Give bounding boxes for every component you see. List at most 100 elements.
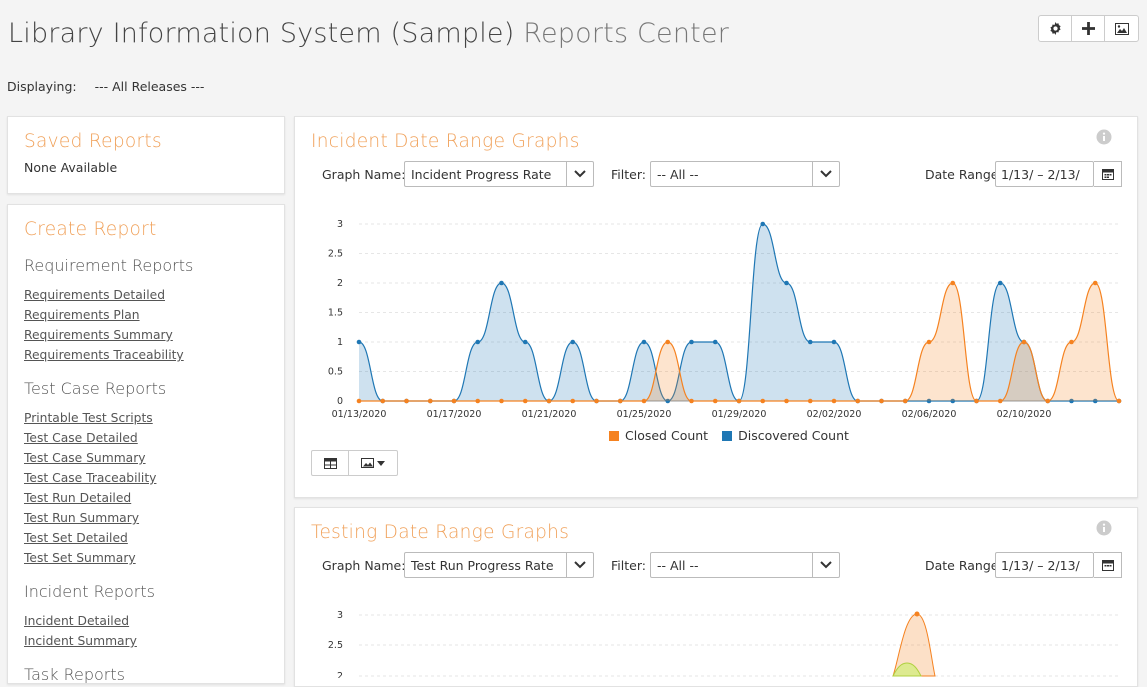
- data-point[interactable]: [879, 398, 884, 404]
- data-point[interactable]: [760, 398, 766, 404]
- data-point[interactable]: [926, 339, 932, 345]
- data-point[interactable]: [522, 339, 528, 345]
- data-point[interactable]: [855, 398, 861, 404]
- data-point[interactable]: [950, 280, 956, 286]
- data-point[interactable]: [404, 398, 409, 404]
- data-point[interactable]: [451, 398, 457, 404]
- y-tick-label: 2.5: [328, 249, 343, 260]
- data-point[interactable]: [617, 398, 623, 404]
- report-link-requirements-traceability[interactable]: Requirements Traceability: [24, 345, 268, 365]
- report-link-printable-test-scripts[interactable]: Printable Test Scripts: [24, 408, 268, 428]
- data-point[interactable]: [1092, 280, 1098, 286]
- caret-down-icon: [377, 460, 385, 466]
- y-tick-label: 3: [337, 219, 343, 230]
- data-point[interactable]: [522, 398, 528, 404]
- legend-item-discovered-count[interactable]: Discovered Count: [722, 428, 849, 443]
- y-tick-label: 1.5: [328, 308, 343, 319]
- test-run-peak-point: [914, 611, 920, 617]
- report-link-incident-detailed[interactable]: Incident Detailed: [24, 611, 268, 631]
- y-tick-labels: 22.53: [328, 610, 1119, 678]
- incident-progress-chart: 0 0.5 1 1.5 2 2.5 3 01/13/2020 01/17/2020 01/21/2…: [328, 219, 1122, 420]
- export-image-button[interactable]: [349, 451, 397, 475]
- x-tick-label: 01/29/2020: [712, 409, 767, 420]
- data-point[interactable]: [974, 398, 979, 404]
- data-point[interactable]: [570, 339, 576, 345]
- report-link-requirements-plan[interactable]: Requirements Plan: [24, 305, 268, 325]
- data-point[interactable]: [807, 339, 813, 345]
- data-point[interactable]: [641, 339, 647, 345]
- data-point[interactable]: [594, 398, 599, 404]
- data-point[interactable]: [1116, 398, 1122, 404]
- data-point[interactable]: [1021, 339, 1027, 345]
- data-point[interactable]: [570, 398, 576, 404]
- report-link-incident-summary[interactable]: Incident Summary: [24, 631, 268, 651]
- report-link-test-case-summary[interactable]: Test Case Summary: [24, 448, 268, 468]
- release-selector[interactable]: --- All Releases ---: [95, 79, 205, 94]
- image-button[interactable]: [1105, 16, 1138, 41]
- data-point[interactable]: [784, 280, 789, 286]
- data-point[interactable]: [689, 398, 694, 404]
- data-point[interactable]: [807, 398, 813, 404]
- release-filter: Displaying: --- All Releases ---: [7, 79, 204, 94]
- settings-button[interactable]: [1039, 16, 1072, 41]
- report-link-test-case-detailed[interactable]: Test Case Detailed: [24, 428, 268, 448]
- page-title: Library Information System (Sample) Repo…: [8, 18, 729, 49]
- data-point[interactable]: [427, 398, 433, 404]
- table-icon: [323, 457, 337, 469]
- data-point[interactable]: [784, 398, 789, 404]
- testing-graph-panel: Testing Date Range Graphs Graph Name: Te…: [294, 507, 1138, 687]
- report-link-requirements-summary[interactable]: Requirements Summary: [24, 325, 268, 345]
- y-tick-label: 0.5: [328, 367, 343, 378]
- data-point[interactable]: [712, 339, 718, 345]
- x-tick-label: 02/06/2020: [902, 409, 957, 420]
- report-link-test-run-summary[interactable]: Test Run Summary: [24, 508, 268, 528]
- y-tick-label: 0: [337, 396, 343, 407]
- x-tick-label: 01/21/2020: [522, 409, 577, 420]
- create-report-title: Create Report: [24, 219, 157, 240]
- data-point[interactable]: [499, 398, 504, 404]
- report-link-test-set-detailed[interactable]: Test Set Detailed: [24, 528, 268, 548]
- data-point[interactable]: [760, 221, 766, 227]
- data-point[interactable]: [546, 398, 552, 404]
- data-point[interactable]: [356, 339, 362, 345]
- add-button[interactable]: [1072, 16, 1105, 41]
- report-link-test-set-summary[interactable]: Test Set Summary: [24, 548, 268, 568]
- x-tick-label: 01/13/2020: [332, 409, 387, 420]
- x-tick-label: 02/10/2020: [997, 409, 1052, 420]
- data-point[interactable]: [380, 398, 386, 404]
- graph-tools: [311, 450, 398, 476]
- test-case-reports-heading: Test Case Reports: [24, 379, 167, 398]
- report-link-test-case-traceability[interactable]: Test Case Traceability: [24, 468, 268, 488]
- data-point[interactable]: [665, 339, 671, 345]
- data-point[interactable]: [736, 398, 742, 404]
- top-toolbar: [1038, 15, 1139, 42]
- data-point[interactable]: [356, 398, 362, 404]
- saved-reports-title: Saved Reports: [24, 131, 162, 152]
- chart-legend: Closed Count Discovered Count: [609, 428, 849, 443]
- data-point[interactable]: [712, 398, 718, 404]
- data-point[interactable]: [689, 339, 694, 345]
- data-point[interactable]: [499, 280, 504, 286]
- x-tick-label: 01/17/2020: [427, 409, 482, 420]
- report-link-test-run-detailed[interactable]: Test Run Detailed: [24, 488, 268, 508]
- image-icon: [361, 458, 374, 468]
- data-point[interactable]: [1045, 398, 1051, 404]
- data-point[interactable]: [902, 398, 908, 404]
- data-point[interactable]: [831, 398, 837, 404]
- image-icon: [1114, 22, 1129, 35]
- data-point[interactable]: [997, 398, 1003, 404]
- gear-icon: [1049, 22, 1061, 35]
- test-run-progress-chart: 22.53: [328, 610, 1119, 678]
- legend-item-closed-count[interactable]: Closed Count: [609, 428, 708, 443]
- data-point[interactable]: [1069, 339, 1074, 345]
- data-point[interactable]: [997, 280, 1003, 286]
- data-point[interactable]: [475, 339, 481, 345]
- incident-reports-heading: Incident Reports: [24, 582, 155, 601]
- data-point[interactable]: [831, 339, 837, 345]
- show-data-grid-button[interactable]: [312, 451, 349, 475]
- data-point[interactable]: [475, 398, 481, 404]
- section-name: Reports Center: [523, 18, 730, 49]
- data-point[interactable]: [641, 398, 647, 404]
- report-link-requirements-detailed[interactable]: Requirements Detailed: [24, 285, 268, 305]
- create-report-panel: Create Report Requirement Reports Requir…: [7, 204, 285, 684]
